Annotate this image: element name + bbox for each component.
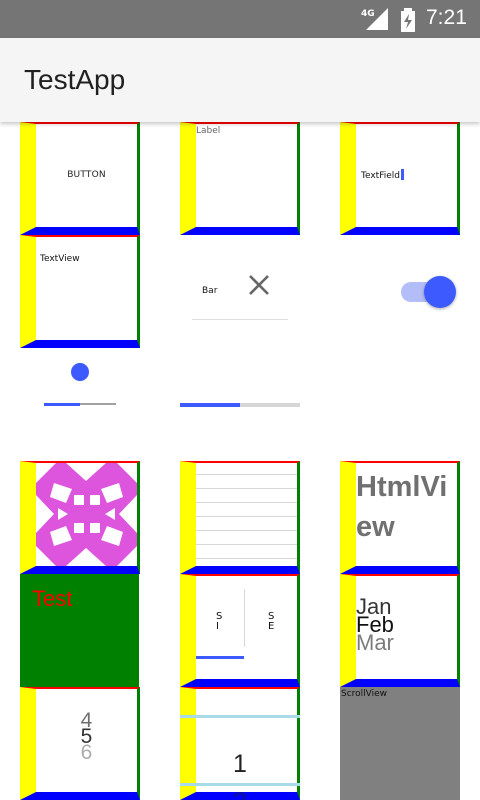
number-picker-2[interactable]: 1 2 <box>180 700 300 800</box>
close-icon[interactable] <box>246 272 272 298</box>
pager-page-2[interactable]: S E <box>268 612 274 632</box>
html-view-text: HtmlView <box>356 471 448 543</box>
status-bar: 4G 7:21 <box>0 0 480 38</box>
number-picker[interactable]: 4 5 6 <box>36 710 137 763</box>
list-divider <box>196 516 297 517</box>
label-widget: Label <box>180 122 300 235</box>
tab-pager[interactable]: S I S E <box>196 576 297 679</box>
tab-pager-widget[interactable]: S I S E <box>180 574 300 687</box>
battery-icon <box>401 8 415 32</box>
html-view-widget: HtmlView <box>340 461 460 574</box>
pager-page-1[interactable]: S I <box>216 612 222 632</box>
picker-item[interactable]: 4 <box>36 710 137 731</box>
clock-time: 7:21 <box>426 6 467 29</box>
number-picker-widget[interactable]: 4 5 6 <box>20 687 140 800</box>
month-picker-widget[interactable]: Jan Feb Mar <box>340 574 460 687</box>
pager-divider <box>244 589 245 647</box>
list-divider <box>196 488 297 489</box>
widget-grid[interactable]: BUTTON Label TextField TextView Bar Html… <box>0 122 480 800</box>
image-widget <box>20 461 140 574</box>
progress-fill <box>180 403 240 407</box>
label-text: Label <box>196 126 221 136</box>
text-cursor <box>400 169 404 180</box>
list-view-widget[interactable] <box>180 461 300 574</box>
scroll-view-label: ScrollView <box>341 689 388 699</box>
button-label: BUTTON <box>67 170 106 180</box>
search-input[interactable]: Bar <box>202 286 217 296</box>
picker-item[interactable]: 2 <box>180 788 300 800</box>
list-divider <box>196 530 297 531</box>
list-divider <box>196 474 297 475</box>
picker-item[interactable]: Jan <box>356 596 456 618</box>
activity-indicator <box>71 363 89 381</box>
text-field-value: TextField <box>361 171 400 181</box>
pattern-image <box>36 463 137 566</box>
text-view-text: TextView <box>40 254 80 264</box>
picker-item[interactable]: 1 <box>180 750 300 779</box>
text-view-widget: TextView <box>20 235 140 348</box>
text-field-widget[interactable]: TextField <box>340 122 460 235</box>
signal-icon <box>366 8 388 30</box>
picker-item[interactable]: 6 <box>36 742 137 763</box>
app-bar: TestApp <box>0 38 480 122</box>
picker-divider <box>180 783 300 786</box>
scroll-view[interactable]: ScrollView <box>340 687 460 800</box>
list-view[interactable] <box>196 463 297 566</box>
colored-label-widget: Test <box>20 574 139 688</box>
colored-label-text: Test <box>32 586 73 611</box>
app-title: TestApp <box>24 64 126 95</box>
pager-indicator <box>196 656 244 659</box>
month-picker[interactable]: Jan Feb Mar <box>356 596 456 654</box>
picker-divider <box>180 715 300 718</box>
list-divider <box>196 502 297 503</box>
list-divider <box>196 558 297 559</box>
picker-item[interactable]: Mar <box>356 632 456 654</box>
switch-toggle[interactable] <box>424 276 456 308</box>
text-field-input[interactable]: TextField <box>361 169 404 181</box>
search-bar[interactable]: Bar <box>192 236 288 320</box>
list-divider <box>196 544 297 545</box>
slider-fill[interactable] <box>44 403 80 406</box>
button-widget[interactable]: BUTTON <box>20 122 140 235</box>
